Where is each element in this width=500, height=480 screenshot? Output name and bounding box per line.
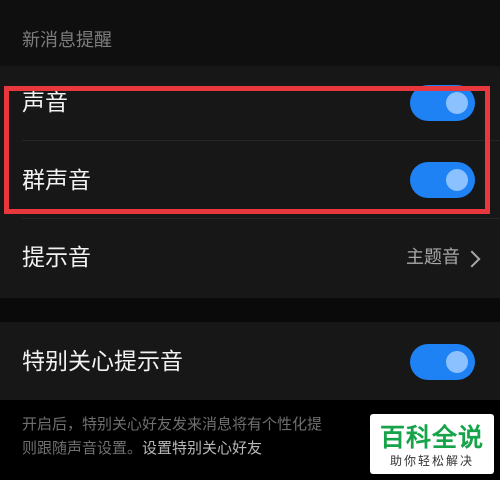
divider [22,140,500,141]
row-group-sound-label: 群声音 [22,168,91,194]
sound-toggle[interactable] [410,85,475,121]
watermark-logo: 百科全说 助你轻松解决 [370,414,494,474]
section-gap [0,298,500,322]
row-notification-tone-label: 提示音 [22,245,91,271]
special-care-toggle[interactable] [410,344,475,380]
section-header: 新消息提醒 [0,0,500,66]
watermark-title: 百科全说 [379,423,484,452]
divider [22,218,500,219]
toggle-knob [446,92,468,114]
toggle-knob [446,169,468,191]
set-special-care-friends-link[interactable]: 设置特别关心好友 [142,439,262,457]
section-header-label: 新消息提醒 [22,30,112,51]
watermark-subtitle: 助你轻松解决 [389,454,474,468]
row-special-care-tone-label: 特别关心提示音 [22,349,183,375]
group-sound-toggle[interactable] [410,162,475,198]
toggle-knob [446,351,468,373]
footnote-line2-text: 则跟随声音设置。 [22,439,143,457]
notification-tone-value: 主题音 [406,247,460,268]
row-sound-label: 声音 [22,90,68,116]
